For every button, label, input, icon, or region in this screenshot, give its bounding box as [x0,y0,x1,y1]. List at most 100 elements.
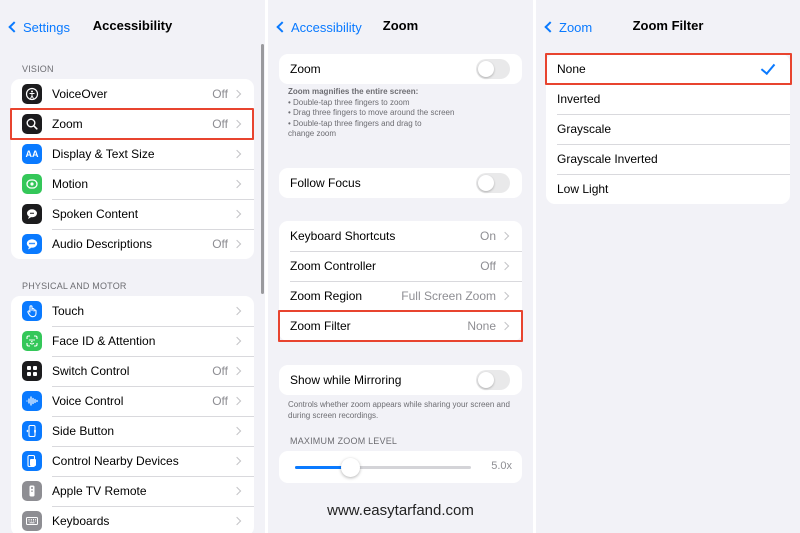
slider-thumb[interactable] [341,458,360,477]
face-id-icon [22,331,42,351]
option-low-light[interactable]: Low Light [546,174,790,204]
chevron-right-icon [232,396,242,406]
chevron-right-icon [232,486,242,496]
vision-group: VoiceOver Off Zoom Off AA Display & Text… [11,79,254,259]
row-value: Off [212,237,228,251]
chevron-right-icon [500,261,510,271]
row-label: Keyboards [52,514,110,528]
chevron-right-icon [232,336,242,346]
scrollbar[interactable] [261,44,264,294]
chevron-right-icon [232,366,242,376]
row-label: Zoom Controller [290,259,377,273]
row-motion[interactable]: Motion [11,169,254,199]
row-label: Show while Mirroring [290,373,402,387]
section-header-max-zoom: MAXIMUM ZOOM LEVEL [290,436,398,446]
hand-icon [22,301,42,321]
row-label: Apple TV Remote [52,484,147,498]
motor-group: Touch Face ID & Attention Switch Control… [11,296,254,533]
highlight-box [278,310,523,342]
row-follow-focus: Follow Focus [279,168,522,198]
chevron-right-icon [232,426,242,436]
row-apple-tv-remote[interactable]: Apple TV Remote [11,476,254,506]
waveform-icon [22,391,42,411]
keyboard-icon [22,511,42,531]
zoom-note-line: • Drag three fingers to move around the … [288,108,455,117]
row-show-while-mirroring: Show while Mirroring [279,365,522,395]
row-display-text-size[interactable]: AA Display & Text Size [11,139,254,169]
row-value: On [479,229,496,243]
row-label: Display & Text Size [52,147,155,161]
row-zoom-region[interactable]: Zoom Region Full Screen Zoom [279,281,522,311]
max-zoom-group: 5.0x [279,451,522,483]
mirroring-toggle[interactable] [476,370,510,390]
accessibility-panel: Settings Accessibility VISION VoiceOver … [0,0,265,533]
row-face-id[interactable]: Face ID & Attention [11,326,254,356]
chevron-right-icon [232,516,242,526]
chevron-right-icon [232,179,242,189]
option-label: Inverted [557,92,601,106]
section-header-physical-motor: PHYSICAL AND MOTOR [22,281,127,291]
max-zoom-value: 5.0x [491,460,512,472]
zoom-note-line: • Double-tap three fingers and drag to [288,118,422,128]
row-label: Control Nearby Devices [52,454,179,468]
chevron-right-icon [500,291,510,301]
option-grayscale[interactable]: Grayscale [546,114,790,144]
max-zoom-slider[interactable] [295,458,471,477]
watermark: www.easytarfand.com [327,502,474,519]
option-label: Low Light [557,182,609,196]
nav-bar: Settings Accessibility [0,0,265,52]
row-touch[interactable]: Touch [11,296,254,326]
zoom-toggle[interactable] [476,59,510,79]
row-audio-descriptions[interactable]: Audio Descriptions Off [11,229,254,259]
follow-focus-group: Follow Focus [279,168,522,198]
remote-icon [22,481,42,501]
chevron-right-icon [232,456,242,466]
row-spoken-content[interactable]: Spoken Content [11,199,254,229]
row-label: Side Button [52,424,115,438]
row-switch-control[interactable]: Switch Control Off [11,356,254,386]
row-control-nearby-devices[interactable]: Control Nearby Devices [11,446,254,476]
zoom-panel: Accessibility Zoom Zoom Zoom magnifies t… [268,0,533,533]
nav-bar: Accessibility Zoom [268,0,533,52]
row-label: Motion [52,177,89,191]
page-title: Zoom [382,18,419,33]
chevron-right-icon [232,209,242,219]
row-label: Spoken Content [52,207,139,221]
zoom-note-line: change zoom [288,129,337,138]
row-side-button[interactable]: Side Button [11,416,254,446]
mirroring-note: Controls whether zoom appears while shar… [288,400,510,420]
highlight-box [545,53,792,85]
chevron-right-icon [500,231,510,241]
mirroring-group: Show while Mirroring [279,365,522,395]
option-label: Grayscale Inverted [557,152,658,166]
row-value: Off [480,259,496,273]
chevron-right-icon [232,306,242,316]
zoom-toggle-group: Zoom [279,54,522,84]
row-label: VoiceOver [52,87,108,101]
row-label: Voice Control [52,394,124,408]
nearby-devices-icon [22,451,42,471]
follow-focus-toggle[interactable] [476,173,510,193]
row-keyboards[interactable]: Keyboards [11,506,254,533]
row-keyboard-shortcuts[interactable]: Keyboard Shortcuts On [279,221,522,251]
row-value: Off [212,394,228,408]
switch-grid-icon [22,361,42,381]
option-label: Grayscale [557,122,612,136]
highlight-box [10,108,254,140]
nav-bar: Zoom Zoom Filter [536,0,800,52]
row-zoom-controller[interactable]: Zoom Controller Off [279,251,522,281]
row-value: Off [212,87,228,101]
chevron-right-icon [232,239,242,249]
page-title: Accessibility [92,18,173,33]
zoom-note: Zoom magnifies the entire screen: • Doub… [288,87,523,140]
row-voiceover[interactable]: VoiceOver Off [11,79,254,109]
chevron-right-icon [232,149,242,159]
row-label: Audio Descriptions [52,237,153,251]
zoom-note-title: Zoom magnifies the entire screen: [288,87,419,96]
chevron-right-icon [232,89,242,99]
zoom-note-line: • Double-tap three fingers to zoom [288,97,410,107]
row-voice-control[interactable]: Voice Control Off [11,386,254,416]
option-grayscale-inverted[interactable]: Grayscale Inverted [546,144,790,174]
motion-icon [22,174,42,194]
option-inverted[interactable]: Inverted [546,84,790,114]
